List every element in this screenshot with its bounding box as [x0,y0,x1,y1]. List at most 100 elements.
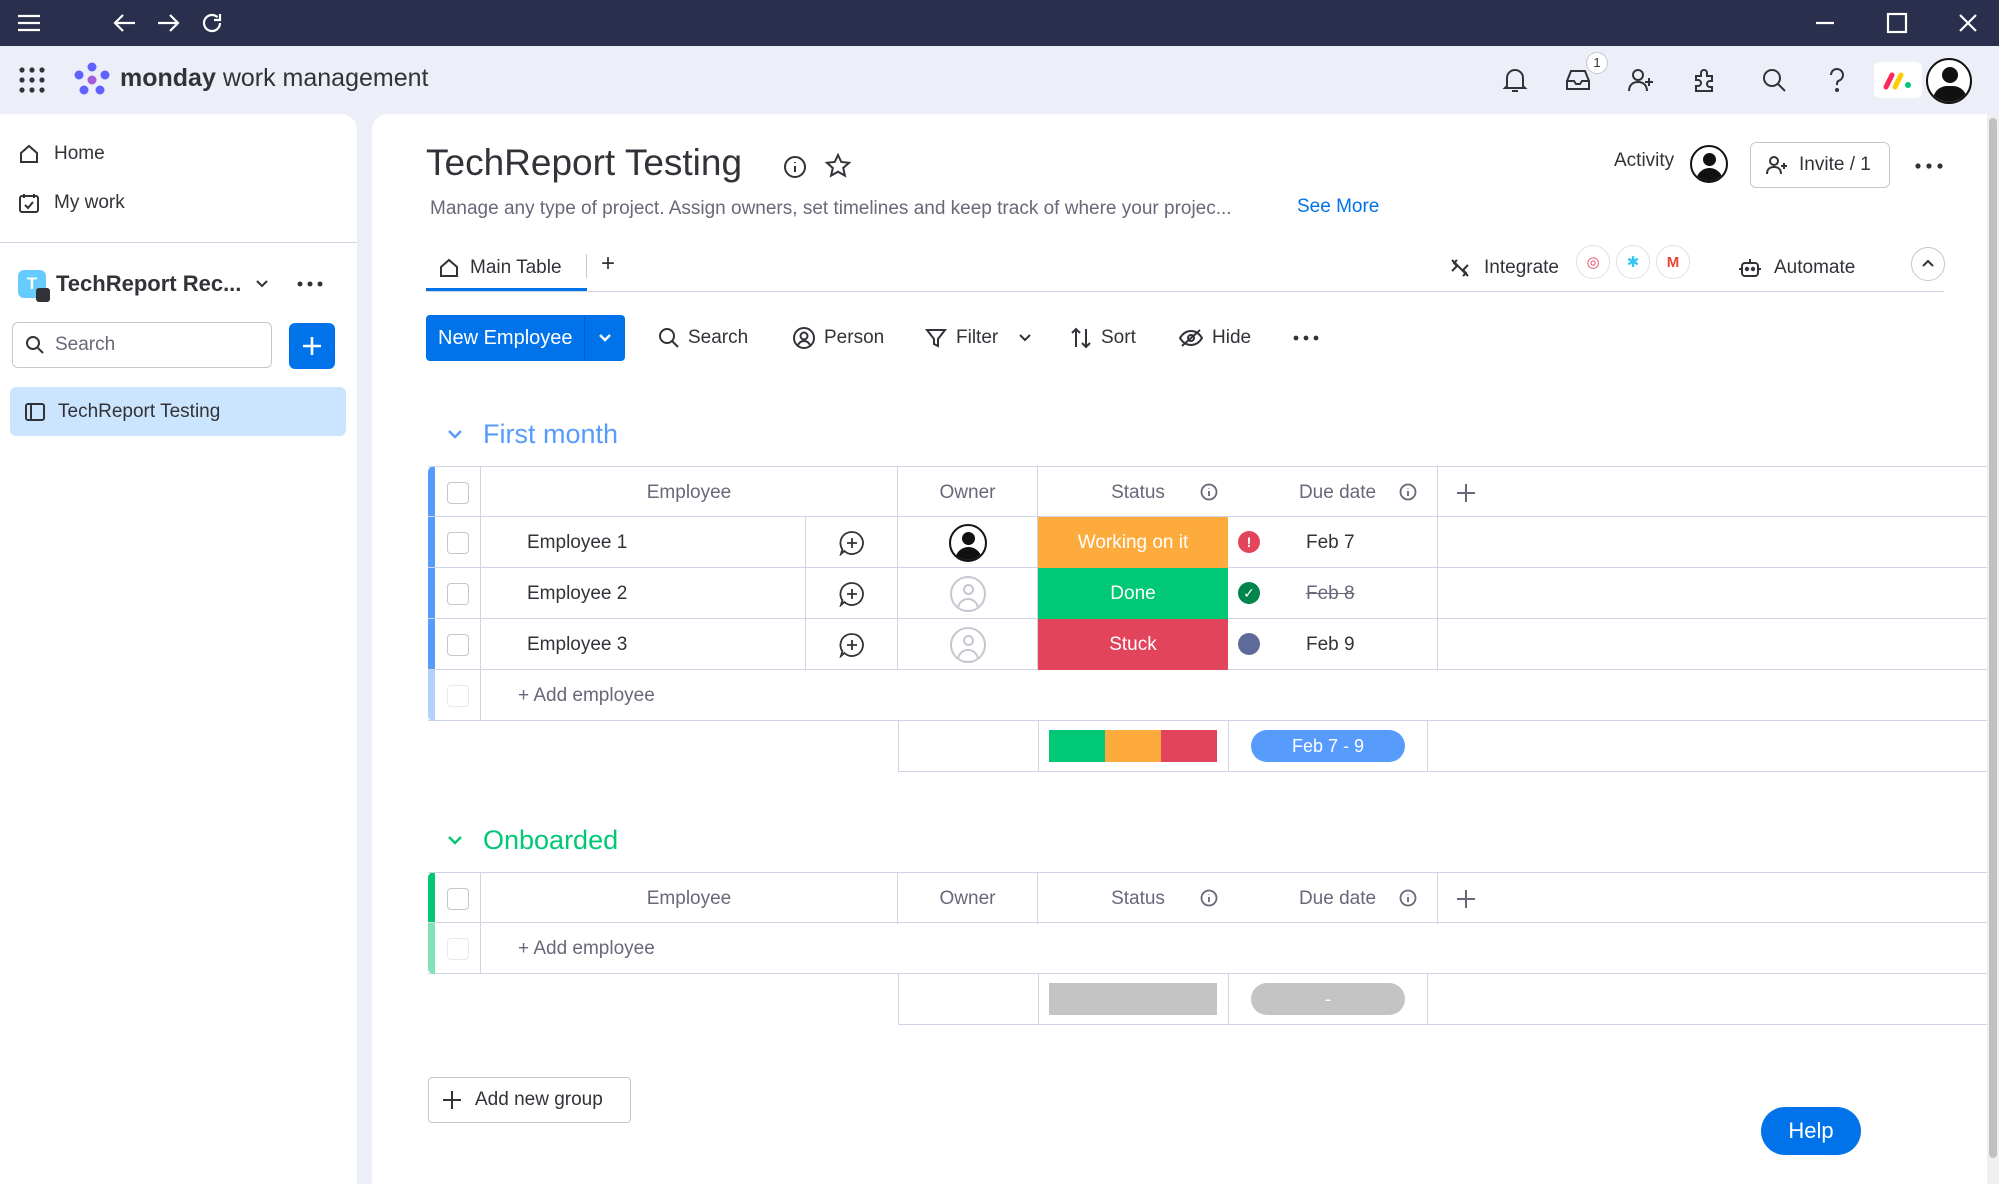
row-checkbox[interactable] [446,633,469,656]
see-more-link[interactable]: See More [1297,196,1379,218]
status-info-icon[interactable] [1200,889,1218,907]
collapse-header-button[interactable] [1911,247,1945,281]
item-name-cell[interactable]: Employee 2 [481,568,806,619]
apps-marketplace-icon[interactable] [1686,62,1722,98]
activity-avatar[interactable] [1690,145,1728,183]
owner-cell[interactable] [898,517,1038,568]
add-update-button[interactable] [806,517,898,568]
group-title[interactable]: Onboarded [483,825,618,856]
group-header-onboarded[interactable]: Onboarded [445,820,618,860]
sidebar-item-my-work[interactable]: My work [18,183,125,223]
new-employee-dropdown[interactable] [585,329,625,347]
activity-button[interactable]: Activity [1614,150,1674,172]
add-item-button[interactable] [289,323,335,369]
add-update-button[interactable] [806,568,898,619]
chevron-down-icon[interactable] [445,830,465,850]
new-employee-button[interactable]: New Employee [426,315,625,361]
bell-icon[interactable] [1497,62,1533,98]
maximize-icon[interactable] [1882,8,1912,38]
user-avatar[interactable] [1926,58,1972,104]
chevron-down-icon[interactable] [445,424,465,444]
filter-button[interactable]: Filter [924,318,1042,358]
sidebar-item-board[interactable]: TechReport Testing [10,387,346,436]
add-update-button[interactable] [806,619,898,670]
status-summary-cell[interactable] [1038,721,1228,772]
tab-main-table[interactable]: Main Table [438,248,562,288]
automate-button[interactable]: Automate [1738,248,1855,288]
reload-icon[interactable] [197,8,227,38]
new-employee-label[interactable]: New Employee [426,327,584,350]
search-button[interactable]: Search [658,318,748,358]
column-header-employee[interactable]: Employee [481,467,898,518]
owner-cell[interactable] [898,619,1038,670]
help-button[interactable]: Help [1761,1107,1861,1155]
table-row[interactable]: Employee 1 Working on it ! Feb 7 [428,517,1987,568]
apps-grid-icon[interactable] [14,62,50,98]
date-summary-cell[interactable]: Feb 7 - 9 [1228,721,1428,772]
date-summary-cell[interactable]: - [1228,974,1428,1025]
close-icon[interactable] [1953,8,1983,38]
column-header-owner[interactable]: Owner [898,873,1038,924]
item-name-cell[interactable]: Employee 1 [481,517,806,568]
status-cell[interactable]: Working on it [1038,517,1228,568]
owner-summary-cell [898,721,1038,772]
owner-cell[interactable] [898,568,1038,619]
due-date-info-icon[interactable] [1399,483,1417,501]
person-filter-button[interactable]: Person [792,318,884,358]
status-cell[interactable]: Stuck [1038,619,1228,670]
monday-products-icon[interactable] [1874,62,1922,98]
select-all-checkbox[interactable] [446,481,469,504]
invite-button[interactable]: Invite / 1 [1750,142,1890,188]
info-icon[interactable] [782,154,808,180]
invite-members-icon[interactable] [1623,62,1659,98]
add-new-group-button[interactable]: Add new group [428,1077,631,1123]
add-item-row[interactable]: + Add employee [428,923,1987,974]
back-icon[interactable] [110,8,140,38]
add-item-row[interactable]: + Add employee [428,670,1987,721]
due-date-cell[interactable]: ✓ Feb 8 [1228,568,1438,619]
hide-button[interactable]: Hide [1178,318,1251,358]
group-title[interactable]: First month [483,419,618,450]
due-date-info-icon[interactable] [1399,889,1417,907]
add-view-button[interactable]: + [601,250,615,278]
sidebar-search-input[interactable]: Search [12,322,272,368]
workspace-more-icon[interactable] [296,274,324,299]
board-more-icon[interactable] [1914,156,1944,181]
chevron-down-icon[interactable] [1016,329,1034,347]
home-icon [20,144,38,163]
workspace-selector[interactable]: T TechReport Rec... [18,264,271,304]
owner-summary-cell [898,974,1038,1025]
status-info-icon[interactable] [1200,483,1218,501]
add-column-button[interactable] [1438,467,1494,518]
star-icon[interactable] [824,152,852,180]
status-cell[interactable]: Done [1038,568,1228,619]
vertical-scrollbar[interactable] [1987,114,1999,1184]
invite-person-icon [1766,156,1787,175]
help-icon[interactable] [1819,62,1855,98]
forward-icon[interactable] [153,8,183,38]
table-row[interactable]: Employee 3 Stuck Feb 9 [428,619,1987,670]
due-date-cell[interactable]: Feb 9 [1228,619,1438,670]
group-header-first-month[interactable]: First month [445,414,618,454]
board-title[interactable]: TechReport Testing [426,142,742,184]
toolbar-more-icon[interactable] [1292,329,1320,352]
hamburger-menu-icon[interactable] [14,8,44,38]
add-employee-input[interactable]: + Add employee [481,670,1987,721]
column-header-employee[interactable]: Employee [481,873,898,924]
search-icon[interactable] [1756,62,1792,98]
column-header-owner[interactable]: Owner [898,467,1038,518]
select-all-checkbox[interactable] [446,887,469,910]
status-summary-cell[interactable] [1038,974,1228,1025]
add-employee-input[interactable]: + Add employee [481,923,1987,974]
row-checkbox[interactable] [446,531,469,554]
sidebar-item-home[interactable]: Home [18,134,105,174]
minimize-icon[interactable] [1810,8,1840,38]
add-column-button[interactable] [1438,873,1494,924]
scrollbar-thumb[interactable] [1989,118,1997,1158]
item-name-cell[interactable]: Employee 3 [481,619,806,670]
row-checkbox[interactable] [446,582,469,605]
due-date-cell[interactable]: ! Feb 7 [1228,517,1438,568]
sort-button[interactable]: Sort [1069,318,1136,358]
integrate-button[interactable]: Integrate [1448,248,1559,288]
table-row[interactable]: Employee 2 Done ✓ Feb 8 [428,568,1987,619]
